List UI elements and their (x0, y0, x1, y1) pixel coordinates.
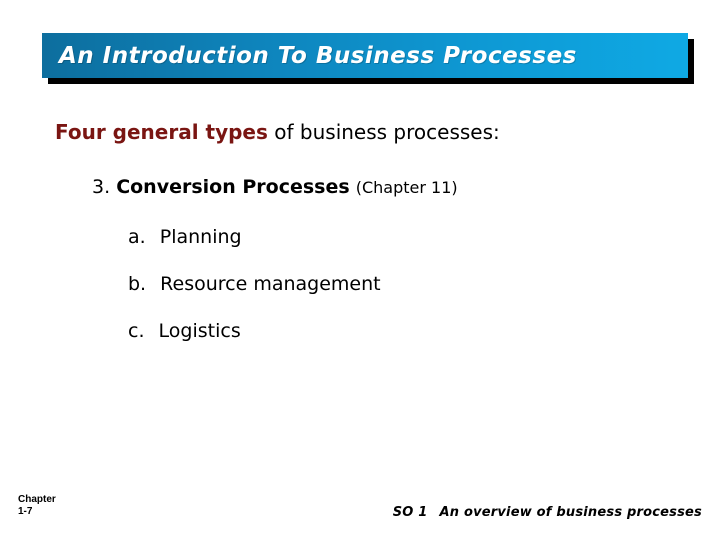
sub-item-marker-a: a. (128, 226, 146, 248)
sub-item-marker-c: c. (128, 320, 145, 342)
lead-emphasis-text: Four general types (55, 120, 268, 144)
lead-rest-text: of business processes: (267, 120, 500, 144)
sub-item-label-b: Resource management (160, 273, 381, 295)
sub-list-item-a: a. Planning (128, 226, 242, 248)
sub-item-label-c: Logistics (158, 320, 241, 342)
slide-canvas: An Introduction To Business Processes Fo… (0, 0, 720, 540)
footer-chapter-label: Chapter (18, 494, 56, 505)
footer-objective-block: SO 1 An overview of business processes (393, 505, 702, 520)
footer-objective-text: An overview of business processes (439, 505, 702, 520)
sub-item-label-a: Planning (159, 226, 242, 248)
numbered-item-chapter-reference: (Chapter 11) (355, 178, 458, 197)
sub-item-marker-b: b. (128, 273, 147, 295)
slide-body: Four general types of business processes… (0, 0, 720, 540)
sub-list-item-b: b. Resource management (128, 273, 381, 295)
sub-list-item-c: c. Logistics (128, 320, 241, 342)
numbered-item-title: Conversion Processes (116, 176, 350, 198)
numbered-list-item-3: 3. Conversion Processes (Chapter 11) (92, 176, 458, 198)
footer-chapter-number: 1-7 (18, 506, 33, 517)
footer-chapter-block: Chapter 1-7 (18, 494, 56, 518)
footer-objective-code: SO 1 (392, 505, 428, 520)
lead-line: Four general types of business processes… (55, 120, 500, 144)
numbered-item-marker: 3. (92, 176, 111, 198)
